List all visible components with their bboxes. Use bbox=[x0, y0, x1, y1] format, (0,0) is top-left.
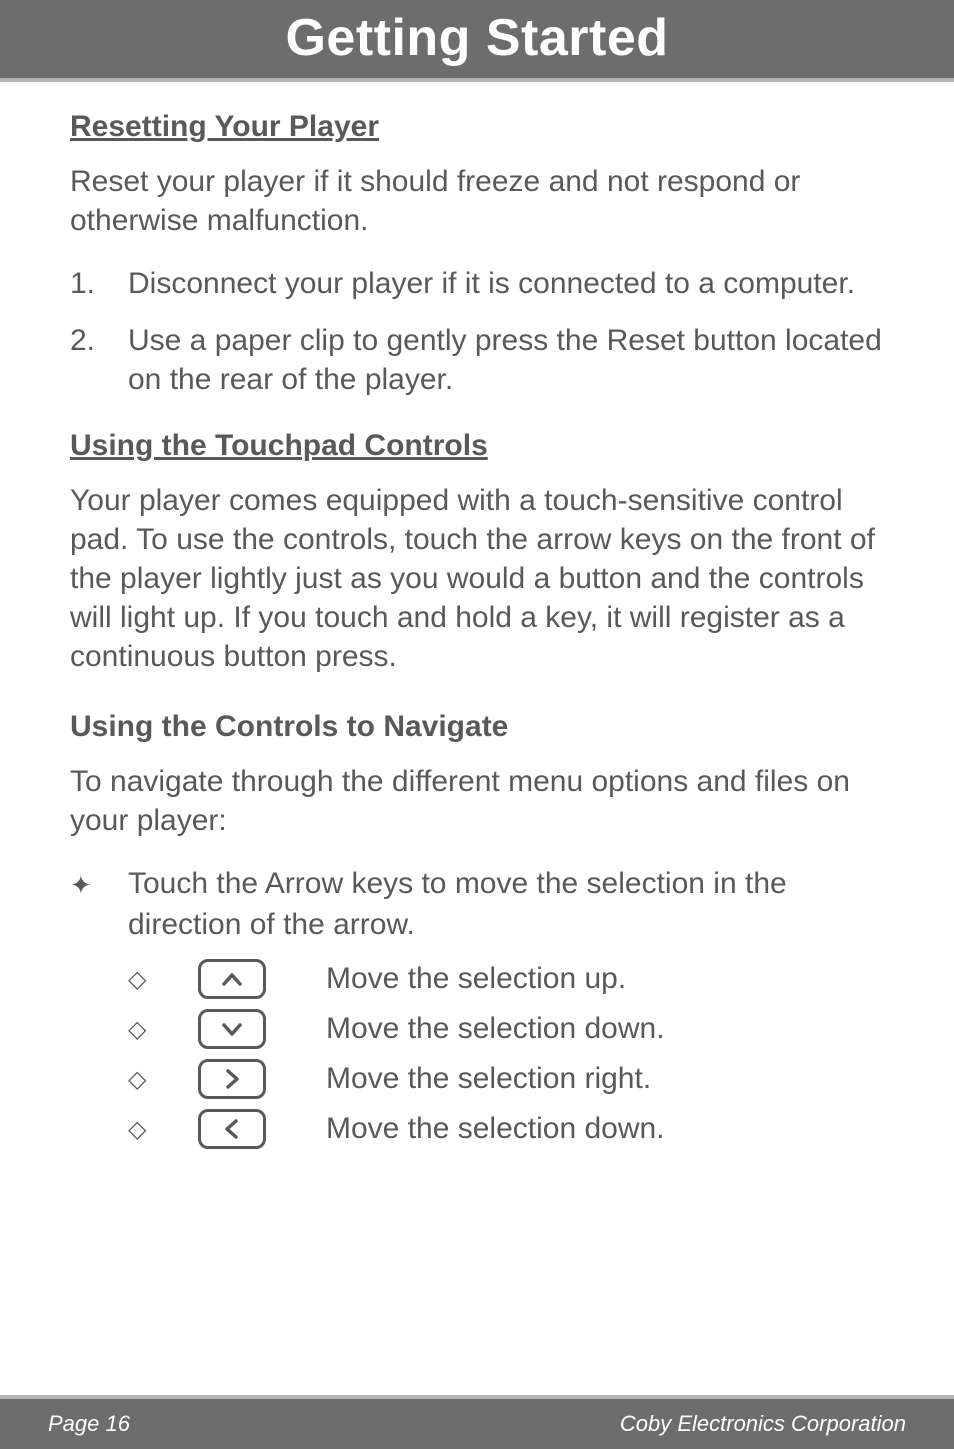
star-icon: ✦ bbox=[70, 864, 128, 945]
page-title: Getting Started bbox=[0, 8, 954, 68]
key-description: Move the selection down. bbox=[326, 1112, 665, 1146]
key-description: Move the selection right. bbox=[326, 1062, 651, 1096]
down-arrow-key-icon bbox=[198, 1009, 266, 1049]
list-number: 2. bbox=[70, 321, 128, 399]
key-description: Move the selection up. bbox=[326, 962, 626, 996]
diamond-icon: ◇ bbox=[128, 1065, 198, 1094]
list-item: 2. Use a paper clip to gently press the … bbox=[70, 321, 884, 399]
list-text: Touch the Arrow keys to move the selecti… bbox=[128, 864, 884, 945]
bullet-list: ✦ Touch the Arrow keys to move the selec… bbox=[70, 864, 884, 945]
footer-bar: Page 16 Coby Electronics Corporation bbox=[0, 1395, 954, 1449]
up-arrow-key-icon bbox=[198, 959, 266, 999]
diamond-icon: ◇ bbox=[128, 1115, 198, 1144]
numbered-list: 1. Disconnect your player if it is conne… bbox=[70, 264, 884, 399]
subsection-heading-navigate: Using the Controls to Navigate bbox=[70, 710, 884, 744]
list-number: 1. bbox=[70, 264, 128, 303]
list-text: Disconnect your player if it is connecte… bbox=[128, 264, 855, 303]
list-item: 1. Disconnect your player if it is conne… bbox=[70, 264, 884, 303]
section-heading-reset: Resetting Your Player bbox=[70, 110, 884, 144]
list-item: ◇ Move the selection up. bbox=[128, 959, 884, 999]
list-item: ◇ Move the selection down. bbox=[128, 1109, 884, 1149]
list-item: ◇ Move the selection right. bbox=[128, 1059, 884, 1099]
document-page: Getting Started Resetting Your Player Re… bbox=[0, 0, 954, 1449]
page-number: Page 16 bbox=[48, 1411, 130, 1437]
footer-org: Coby Electronics Corporation bbox=[620, 1411, 906, 1437]
left-arrow-key-icon bbox=[198, 1109, 266, 1149]
list-text: Use a paper clip to gently press the Res… bbox=[128, 321, 884, 399]
header-bar: Getting Started bbox=[0, 0, 954, 82]
right-arrow-key-icon bbox=[198, 1059, 266, 1099]
body-text: Your player comes equipped with a touch-… bbox=[70, 481, 884, 676]
list-item: ◇ Move the selection down. bbox=[128, 1009, 884, 1049]
diamond-icon: ◇ bbox=[128, 1015, 198, 1044]
list-item: ✦ Touch the Arrow keys to move the selec… bbox=[70, 864, 884, 945]
key-list: ◇ Move the selection up. ◇ Move the sele… bbox=[70, 959, 884, 1149]
content-area: Resetting Your Player Reset your player … bbox=[0, 82, 954, 1395]
body-text: Reset your player if it should freeze an… bbox=[70, 162, 884, 240]
section-heading-touchpad: Using the Touchpad Controls bbox=[70, 429, 884, 463]
key-description: Move the selection down. bbox=[326, 1012, 665, 1046]
body-text: To navigate through the different menu o… bbox=[70, 762, 884, 840]
diamond-icon: ◇ bbox=[128, 965, 198, 994]
